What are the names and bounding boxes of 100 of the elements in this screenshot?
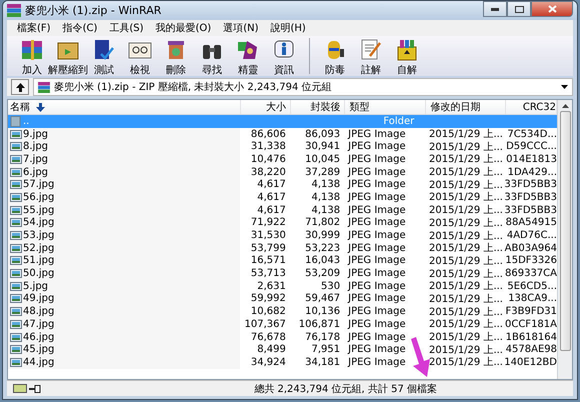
close-button[interactable]: [531, 1, 573, 17]
file-row[interactable]: 51.jpg 16,571 16,043 JPEG Image 2015/1/29 上... 15DF3326: [8, 254, 557, 268]
table-cell-text: 2015/1/29 上...: [429, 128, 503, 142]
table-cell: 53,209: [305, 268, 340, 280]
file-row[interactable]: 47.jpg 107,367 106,871 JPEG Image 2015/1/29 上... 0CCF181A: [8, 318, 557, 331]
table-cell: 33FD5BB3: [504, 204, 557, 216]
table-cell: JPEG Image: [348, 192, 406, 203]
path-field[interactable]: 麥兜小米 (1).zip - ZIP 壓縮檔, 未封裝大小 2,243,794 位元組: [33, 78, 573, 96]
menu-item[interactable]: 指令(C): [56, 21, 104, 35]
table-cell: 56.jpg: [23, 192, 54, 203]
table-cell: 30,999: [305, 230, 340, 242]
scrollbar[interactable]: [557, 100, 572, 379]
column-header[interactable]: 名稱: [8, 100, 242, 114]
table-cell-text: 2015/1/29 上...: [429, 330, 503, 344]
column-header[interactable]: 修改的日期: [426, 100, 506, 114]
table-cell: 38,220: [250, 166, 286, 178]
books-icon: [38, 82, 50, 92]
table-cell: 1DA429...: [508, 166, 557, 178]
table-cell: 8.jpg: [23, 141, 48, 152]
table-cell: 106,871: [298, 318, 340, 330]
table-cell: JPEG Image: [348, 306, 406, 318]
table-cell: 10,682: [250, 306, 286, 318]
file-row[interactable]: 46.jpg 76,678 76,178 JPEG Image 2015/1/29 上... 1B618164: [8, 330, 557, 344]
table-cell: 1B618164: [506, 332, 557, 343]
file-row[interactable]: 52.jpg 53,799 53,223 JPEG Image 2015/1/29 上... AB03A964: [8, 242, 557, 255]
table-cell: 44.jpg: [23, 356, 54, 368]
file-row[interactable]: 45.jpg 8,499 7,951 JPEG Image 2015/1/29 上... 4578AE98: [8, 343, 557, 356]
file-row[interactable]: 54.jpg 71,922 71,802 JPEG Image 2015/1/29 上... 88A54915: [8, 216, 557, 230]
table-cell: 71,802: [305, 217, 340, 228]
table-cell: Folder: [383, 116, 414, 127]
file-row[interactable]: 9.jpg 86,606 86,093 JPEG Image 2015/1/29 上... 7C534D...: [8, 128, 557, 140]
menu-item[interactable]: 選項(N): [217, 21, 264, 35]
pointer-arrow: [409, 337, 431, 377]
minimize-button[interactable]: [483, 1, 507, 17]
image-file-icon: [10, 280, 22, 292]
toolbar-button[interactable]: 精靈: [231, 36, 265, 77]
file-row[interactable]: 44.jpg 34,924 34,181 JPEG Image 2015/1/29 上...140E12BD: [8, 356, 557, 369]
books-icon: [19, 37, 45, 63]
table-cell-text: 2015/1/29 上...: [429, 190, 503, 204]
column-header[interactable]: 類型: [345, 100, 426, 114]
toolbar-button[interactable]: 尋找: [195, 36, 229, 77]
table-cell-text: 2015/1/29 上...: [429, 254, 503, 268]
file-row[interactable]: 56.jpg 4,617 4,138 JPEG Image 2015/1/29 上...33FD5BB3: [8, 191, 557, 204]
toolbar-button[interactable]: 檢視: [123, 36, 157, 77]
file-row[interactable]: 50.jpg 53,713 53,209 JPEG Image 2015/1/29 上... 869337CA: [8, 267, 557, 280]
toolbar-button[interactable]: 刪除: [159, 36, 193, 77]
table-cell: JPEG Image: [348, 242, 406, 254]
file-row[interactable]: 49.jpg 59,992 59,467 JPEG Image 2015/1/29 上... 138CA9...: [8, 292, 557, 306]
toolbar-button[interactable]: 註解: [354, 36, 388, 77]
table-cell: 53,713: [250, 268, 286, 280]
table-cell-text: 2015/1/29 上...: [429, 230, 503, 242]
maximize-button[interactable]: [507, 1, 531, 17]
file-row[interactable]: 57.jpg 4,617 4,138 JPEG Image 2015/1/29 上...33FD5BB3: [8, 178, 557, 192]
table-cell: 88A54915: [506, 217, 557, 228]
table-cell: 59,992: [250, 293, 286, 304]
table-cell: 7.jpg: [23, 154, 48, 165]
scroll-up-icon: [562, 104, 568, 108]
table-cell: 51.jpg: [23, 255, 54, 266]
image-file-icon: [10, 204, 22, 216]
file-row[interactable]: 7.jpg 10,476 10,045 JPEG Image 2015/1/29 上... 014E1813: [8, 153, 557, 166]
column-header[interactable]: 封裝後: [290, 100, 346, 114]
table-cell: 55.jpg: [23, 204, 54, 216]
table-cell: 53,799: [250, 242, 286, 254]
column-header[interactable]: 大小: [241, 100, 291, 114]
toolbar-button[interactable]: 測試: [87, 36, 121, 77]
toolbar-button[interactable]: 防毒: [318, 36, 352, 77]
file-row[interactable]: 6.jpg 38,220 37,289 JPEG Image 2015/1/29 上... 1DA429...: [8, 166, 557, 178]
table-cell: JPEG Image: [348, 344, 406, 356]
table-cell: 45.jpg: [23, 344, 54, 356]
image-file-icon: [10, 192, 22, 203]
menu-item[interactable]: 工具(S): [103, 21, 150, 35]
table-cell: JPEG Image: [348, 128, 406, 140]
table-cell-text: 2015/1/29 上...: [429, 292, 503, 306]
file-row[interactable]: 5.jpg 2,631 530 JPEG Image 2015/1/29 上... 5E6CD5...: [8, 280, 557, 293]
file-row[interactable]: 8.jpg 31,338 30,941 JPEG Image 2015/1/29 上... D59CCC...: [8, 140, 557, 154]
table-cell: 49.jpg: [23, 293, 54, 304]
table-cell: 10,476: [250, 154, 286, 165]
up-button[interactable]: [11, 79, 29, 95]
file-row[interactable]: 53.jpg 31,530 30,999 JPEG Image 2015/1/29 上... 4AD76C...: [8, 229, 557, 242]
toolbar-button[interactable]: 加入: [15, 36, 49, 77]
toolbar-button[interactable]: 自解: [390, 36, 424, 77]
table-cell: 140E12BD: [504, 356, 557, 368]
menu-item[interactable]: 說明(H): [264, 21, 312, 35]
table-cell: 2,631: [257, 280, 286, 292]
table-cell: 54.jpg: [23, 217, 54, 228]
table-cell-text: 2015/1/29 上...: [429, 280, 503, 294]
minimize-icon: [491, 8, 499, 10]
up-arrow-icon: [16, 82, 24, 92]
table-cell: 4,138: [311, 204, 340, 216]
window-title: 麥兜小米 (1).zip - WinRAR: [25, 3, 162, 18]
table-cell-text: 2015/1/29 上...: [429, 268, 503, 280]
status-text: 總共 2,243,794 位元組, 共計 57 個檔案: [254, 382, 437, 396]
scroll-thumb[interactable]: [560, 111, 570, 351]
menu-item[interactable]: 檔案(F): [11, 21, 57, 35]
toolbar-button[interactable]: 資訊: [267, 36, 301, 77]
image-file-icon: [10, 344, 22, 356]
sort-arrow-icon: [36, 102, 45, 112]
menu-item[interactable]: 我的最愛(O): [150, 21, 218, 35]
file-row[interactable]: 55.jpg 4,617 4,138 JPEG Image 2015/1/29 上...33FD5BB3: [8, 204, 557, 216]
file-row[interactable]: 48.jpg 10,682 10,136 JPEG Image 2015/1/29 上... F3B9FD31: [8, 305, 557, 318]
